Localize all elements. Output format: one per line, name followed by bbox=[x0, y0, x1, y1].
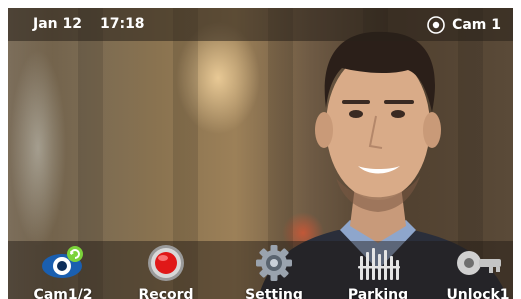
record-label: Record bbox=[138, 287, 194, 299]
eye-icon bbox=[427, 16, 445, 34]
parking-button[interactable]: Parking bbox=[334, 244, 422, 299]
setting-label: Setting bbox=[245, 287, 303, 299]
status-bar: Jan 12 17:18 Cam 1 bbox=[8, 8, 513, 41]
record-icon bbox=[148, 245, 184, 281]
record-button[interactable]: Record bbox=[122, 244, 210, 299]
cam-switch-button[interactable]: Cam1/2 bbox=[19, 244, 107, 299]
setting-button[interactable]: Setting bbox=[230, 244, 318, 299]
unlock-label: Unlock1 bbox=[446, 287, 510, 299]
video-screen: Jan 12 17:18 Cam 1 Cam1/2 Record Setting… bbox=[8, 8, 513, 299]
gear-icon bbox=[256, 245, 292, 281]
cam-switch-label: Cam1/2 bbox=[33, 287, 93, 299]
camera-label: Cam 1 bbox=[452, 17, 501, 33]
unlock-button[interactable]: Unlock1 bbox=[434, 244, 513, 299]
date-label: Jan 12 bbox=[33, 16, 82, 32]
time-label: 17:18 bbox=[99, 16, 145, 32]
parking-label: Parking bbox=[347, 287, 409, 299]
camera-switch-icon bbox=[42, 246, 83, 278]
parking-icon bbox=[358, 248, 400, 280]
key-icon bbox=[457, 251, 501, 275]
